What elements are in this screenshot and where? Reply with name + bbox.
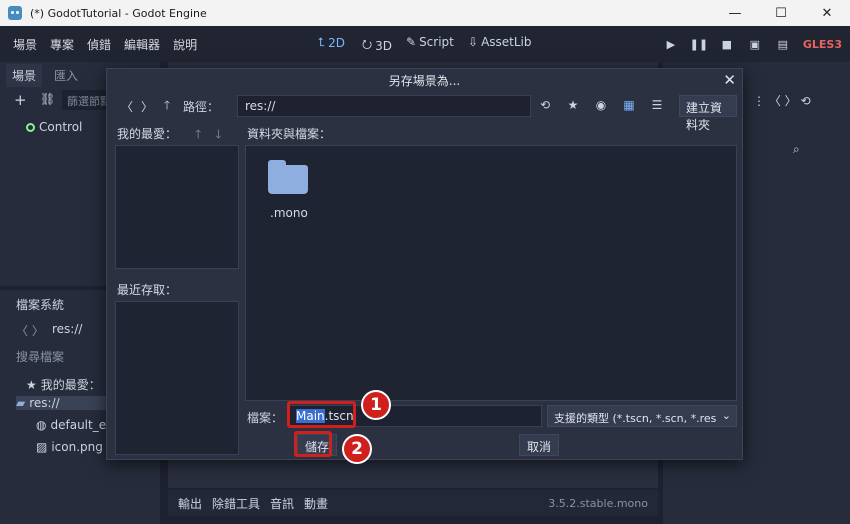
back-icon[interactable]: 〈 <box>117 98 137 115</box>
godot-logo-icon <box>8 6 22 20</box>
window-controls: — ☐ ✕ <box>712 0 850 26</box>
inspector-nav-icon[interactable]: ⋮ 〈 〉 ⟲ <box>753 92 811 109</box>
menu-help[interactable]: 說明 <box>173 36 197 53</box>
add-node-icon[interactable]: + <box>14 91 27 109</box>
file-type-filter[interactable]: 支援的類型 (*.tscn, *.scn, *.res ⌄ <box>547 405 737 427</box>
version-label: 3.5.2.stable.mono <box>548 496 648 510</box>
chevron-down-icon: ⌄ <box>721 409 731 422</box>
script-icon: ✎ <box>406 35 417 49</box>
play-custom-icon[interactable]: ▤ <box>775 36 791 52</box>
image-icon: ▨ <box>36 440 48 454</box>
grid-view-icon[interactable]: ▦ <box>621 97 637 113</box>
link-icon[interactable]: ⛓ <box>40 92 55 106</box>
step-marker-2: 2 <box>342 434 372 464</box>
list-view-icon[interactable]: ☰ <box>649 97 665 113</box>
maximize-button[interactable]: ☐ <box>758 0 804 26</box>
highlight-file-name <box>287 401 356 428</box>
search-icon[interactable]: ⌕ <box>793 142 800 157</box>
dialog-close-button[interactable]: ✕ <box>723 71 736 89</box>
bottom-panel: 輸出 除錯工具 音訊 動畫 3.5.2.stable.mono <box>168 490 658 516</box>
file-browser[interactable]: .mono <box>245 145 737 401</box>
cancel-button[interactable]: 取消 <box>519 434 560 456</box>
fs-item-default-env[interactable]: ◍ default_en <box>36 418 114 432</box>
workspace-assetlib[interactable]: ⇩ AssetLib <box>468 35 532 49</box>
stop-icon[interactable]: ■ <box>719 36 735 52</box>
play-scene-icon[interactable]: ▣ <box>747 36 763 52</box>
folder-icon: ▰ <box>16 396 26 410</box>
fs-nav-icon[interactable]: 〈 〉 <box>16 322 44 339</box>
show-hidden-icon[interactable]: ◉ <box>593 97 609 113</box>
path-input[interactable]: res:// <box>237 95 531 117</box>
filesystem-title: 檔案系統 <box>16 298 65 312</box>
environment-icon: ◍ <box>36 418 47 432</box>
path-tools: ⟲ ★ ◉ ▦ ☰ <box>537 97 665 113</box>
workspace-script[interactable]: ✎ Script <box>406 35 454 49</box>
step-marker-1: 1 <box>361 390 391 420</box>
favorites-list[interactable] <box>115 145 239 269</box>
node-filter-input[interactable]: 篩選節點 <box>62 90 108 110</box>
folder-icon[interactable] <box>268 160 310 194</box>
path-label: 路徑： <box>183 99 220 114</box>
dialog-title: 另存場景為... <box>107 69 742 91</box>
3d-icon: ⭮ <box>362 37 373 51</box>
2d-icon: ⮤ <box>318 35 326 49</box>
play-toolbar: ▶ ❚❚ ■ ▣ ▤ GLES3 <box>663 36 842 52</box>
pause-icon[interactable]: ❚❚ <box>690 36 708 52</box>
tab-audio[interactable]: 音訊 <box>270 495 294 512</box>
forward-icon[interactable]: 〉 <box>137 98 157 115</box>
highlight-save-button <box>294 431 332 457</box>
favorite-star-icon[interactable]: ★ <box>565 97 581 113</box>
save-scene-dialog: 另存場景為... ✕ 〈 〉 🡑 路徑： res:// ⟲ ★ ◉ ▦ ☰ 建立… <box>106 68 743 460</box>
workspace-2d[interactable]: ⮤ 2D <box>318 35 345 50</box>
move-up-icon[interactable]: 🡑 <box>195 125 201 146</box>
file-name-label: 檔案： <box>247 411 284 425</box>
tab-import[interactable]: 匯入 <box>48 64 84 87</box>
assetlib-icon: ⇩ <box>468 35 479 49</box>
refresh-icon[interactable]: ⟲ <box>537 97 553 113</box>
fs-path: res:// <box>52 322 83 336</box>
fs-search-input[interactable]: 搜尋檔案 <box>16 348 64 365</box>
workspace-3d[interactable]: ⭮ 3D <box>362 35 392 56</box>
recent-list[interactable] <box>115 301 239 455</box>
renderer-badge[interactable]: GLES3 <box>803 38 842 51</box>
menu-editor[interactable]: 編輯器 <box>124 36 160 53</box>
tab-animation[interactable]: 動畫 <box>304 495 328 512</box>
window-titlebar: (*) GodotTutorial - Godot Engine — ☐ ✕ <box>0 0 850 26</box>
tab-scene[interactable]: 場景 <box>6 64 43 87</box>
folder-name-mono[interactable]: .mono <box>270 206 308 220</box>
play-icon[interactable]: ▶ <box>663 36 679 52</box>
menu-scene[interactable]: 場景 <box>13 36 37 53</box>
window-title: (*) GodotTutorial - Godot Engine <box>30 6 207 20</box>
up-icon[interactable]: 🡑 <box>157 96 177 117</box>
tab-debugger[interactable]: 除錯工具 <box>212 495 260 512</box>
move-down-icon[interactable]: 🡓 <box>215 125 221 146</box>
control-node-icon <box>26 122 35 132</box>
fs-favorites-row[interactable]: ★ 我的最愛： <box>26 376 101 393</box>
fs-item-icon-png[interactable]: ▨ icon.png <box>36 440 103 454</box>
make-folder-button[interactable]: 建立資料夾 <box>679 95 737 132</box>
dialog-pathbar: 〈 〉 🡑 路徑： res:// ⟲ ★ ◉ ▦ ☰ 建立資料夾 <box>117 95 737 132</box>
tree-node-control[interactable]: Control <box>26 120 82 134</box>
close-window-button[interactable]: ✕ <box>804 0 850 26</box>
menu-project[interactable]: 專案 <box>50 36 74 53</box>
files-label: 資料夾與檔案： <box>247 127 332 141</box>
star-icon: ★ <box>26 377 37 392</box>
fs-root-row[interactable]: ▰ res:// <box>16 396 106 410</box>
tab-output[interactable]: 輸出 <box>178 495 202 512</box>
favorites-label: 我的最愛： <box>117 127 178 141</box>
menu-debug[interactable]: 偵錯 <box>87 36 111 53</box>
recent-label: 最近存取： <box>117 283 178 297</box>
minimize-button[interactable]: — <box>712 0 758 26</box>
favorites-reorder: 🡑 🡓 <box>195 125 222 146</box>
